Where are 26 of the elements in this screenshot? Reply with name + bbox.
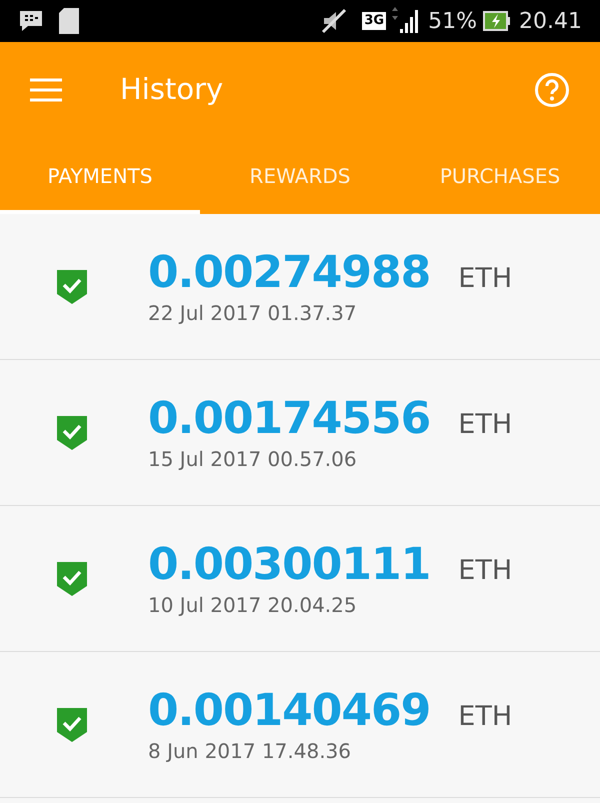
currency-label: ETH [458,700,512,734]
mute-icon [320,8,348,34]
chat-icon [18,8,44,34]
signal-icon [390,7,420,35]
battery-percent: 51% [428,8,478,36]
battery-charging-icon [483,11,512,31]
payment-amount: 0.00300111 [148,539,430,592]
clock: 20.41 [519,8,582,36]
payment-date: 22 Jul 2017 01.37.37 [148,300,358,326]
payment-date: 15 Jul 2017 00.57.06 [148,446,358,472]
payment-date: 10 Jul 2017 20.04.25 [148,592,358,618]
menu-icon[interactable] [30,78,62,102]
tab[interactable]: REWARDS [200,138,400,214]
payment-amount: 0.00140469 [148,685,430,738]
payment-amount: 0.00174556 [148,393,430,446]
payment-amount: 0.00274988 [148,247,430,300]
tab[interactable]: PAYMENTS [0,138,200,214]
network-type: 3G [362,12,386,30]
currency-label: ETH [458,408,512,442]
tab[interactable]: PURCHASES [400,138,600,214]
payment-date: 8 Jun 2017 17.48.36 [148,738,352,764]
screen-title: History [120,71,224,108]
sd-card-icon [58,7,80,35]
help-icon[interactable] [534,72,570,108]
currency-label: ETH [458,554,512,588]
currency-label: ETH [458,262,512,296]
